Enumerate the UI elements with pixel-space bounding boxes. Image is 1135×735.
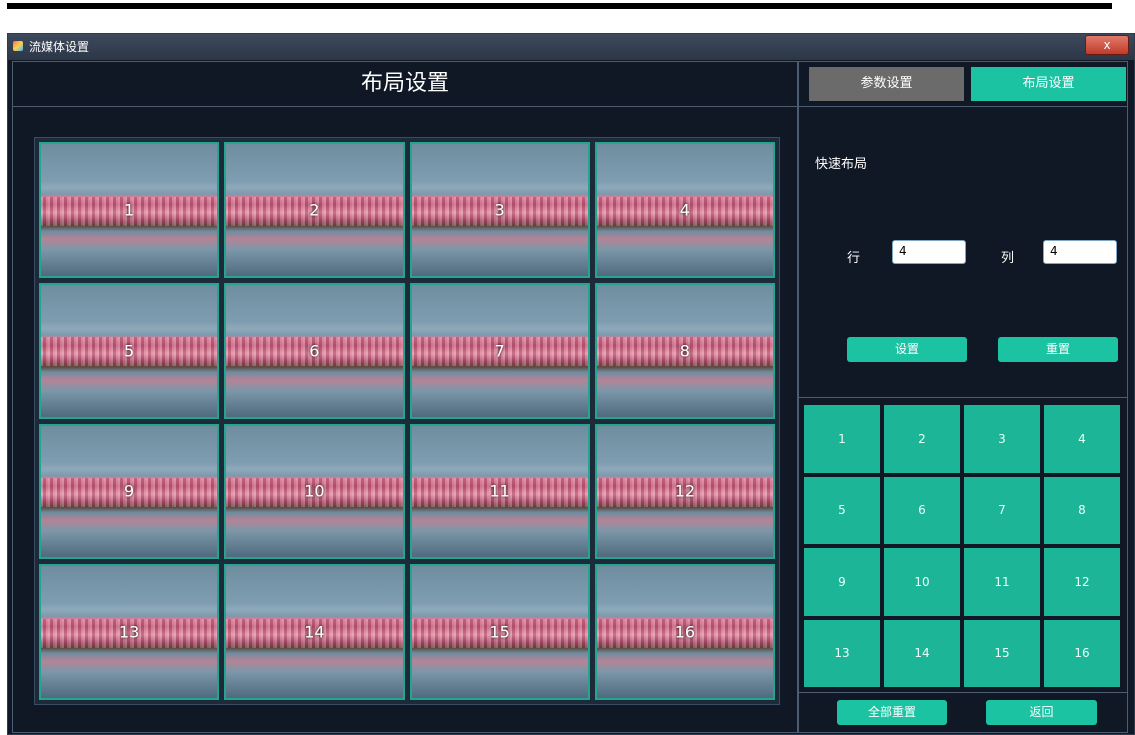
preview-cell[interactable]: 8 — [594, 282, 775, 419]
cell-number: 13 — [118, 622, 140, 642]
picker-cell[interactable]: 4 — [1044, 405, 1120, 473]
cell-number: 5 — [124, 341, 135, 361]
picker-cell[interactable]: 3 — [964, 405, 1040, 473]
cell-number: 6 — [309, 341, 320, 361]
preview-cell[interactable]: 15 — [409, 564, 590, 700]
cell-number: 7 — [494, 341, 505, 361]
tab-parameter-settings[interactable]: 参数设置 — [809, 67, 964, 101]
cell-number: 15 — [489, 622, 510, 642]
preview-cell[interactable]: 5 — [39, 282, 220, 419]
window-picker-grid: 1 2 3 4 5 6 7 8 9 10 11 12 13 14 15 16 — [804, 405, 1120, 687]
quick-layout-section: 快速布局 行 4 列 4 设置 重置 — [799, 106, 1127, 398]
quick-layout-label: 快速布局 — [815, 157, 868, 172]
picker-cell[interactable]: 7 — [964, 476, 1040, 544]
layout-preview-area: 布局设置 1 2 3 4 5 6 7 8 9 10 11 12 13 14 15… — [12, 61, 798, 733]
columns-label: 列 — [1001, 251, 1015, 266]
cell-number: 11 — [489, 481, 510, 501]
picker-cell[interactable]: 12 — [1044, 548, 1120, 616]
back-button[interactable]: 返回 — [986, 700, 1097, 725]
preview-cell[interactable]: 10 — [224, 423, 405, 560]
set-button[interactable]: 设置 — [847, 337, 967, 362]
picker-cell[interactable]: 6 — [884, 476, 960, 544]
footer-divider — [799, 692, 1127, 693]
preview-cell[interactable]: 6 — [224, 282, 405, 419]
app-icon — [13, 41, 23, 51]
picker-cell[interactable]: 14 — [884, 619, 960, 687]
cell-number: 8 — [679, 341, 690, 361]
streaming-settings-window: 流媒体设置 x 布局设置 1 2 3 4 5 6 7 8 9 10 11 12 … — [7, 33, 1135, 735]
picker-cell[interactable]: 9 — [804, 548, 880, 616]
picker-cell[interactable]: 8 — [1044, 476, 1120, 544]
preview-cell[interactable]: 11 — [409, 423, 590, 560]
picker-cell[interactable]: 5 — [804, 476, 880, 544]
preview-cell[interactable]: 1 — [39, 142, 220, 278]
picker-cell[interactable]: 1 — [804, 405, 880, 473]
reset-button[interactable]: 重置 — [998, 337, 1118, 362]
preview-cell[interactable]: 13 — [39, 564, 220, 700]
columns-input[interactable]: 4 — [1043, 240, 1117, 264]
preview-cell[interactable]: 16 — [594, 564, 775, 700]
preview-cell[interactable]: 7 — [409, 282, 590, 419]
picker-cell[interactable]: 10 — [884, 548, 960, 616]
tab-layout-settings[interactable]: 布局设置 — [971, 67, 1126, 101]
preview-frame: 1 2 3 4 5 6 7 8 9 10 11 12 13 14 15 16 — [34, 137, 780, 705]
top-black-bar — [7, 3, 1112, 9]
cell-number: 1 — [124, 200, 135, 220]
preview-cell[interactable]: 4 — [594, 142, 775, 278]
picker-cell[interactable]: 15 — [964, 619, 1040, 687]
picker-cell[interactable]: 11 — [964, 548, 1040, 616]
picker-cell[interactable]: 2 — [884, 405, 960, 473]
main-header: 布局设置 — [13, 62, 797, 107]
cell-number: 16 — [674, 622, 696, 642]
close-button[interactable]: x — [1085, 35, 1129, 55]
picker-cell[interactable]: 16 — [1044, 619, 1120, 687]
cell-number: 4 — [679, 200, 690, 220]
side-panel: 参数设置 布局设置 快速布局 行 4 列 4 设置 重置 1 2 3 4 5 6… — [798, 61, 1128, 733]
cell-number: 3 — [494, 200, 505, 220]
preview-cell[interactable]: 12 — [594, 423, 775, 560]
main-title: 布局设置 — [360, 71, 449, 96]
preview-grid: 1 2 3 4 5 6 7 8 9 10 11 12 13 14 15 16 — [39, 142, 775, 700]
cell-number: 2 — [309, 200, 320, 220]
picker-cell[interactable]: 13 — [804, 619, 880, 687]
preview-cell[interactable]: 2 — [224, 142, 405, 278]
cell-number: 9 — [124, 481, 135, 501]
title-bar: 流媒体设置 x — [8, 34, 1134, 60]
cell-number: 12 — [674, 481, 696, 501]
preview-cell[interactable]: 9 — [39, 423, 220, 560]
window-title: 流媒体设置 — [29, 40, 90, 54]
preview-cell[interactable]: 3 — [409, 142, 590, 278]
rows-input[interactable]: 4 — [892, 240, 966, 264]
preview-cell[interactable]: 14 — [224, 564, 405, 700]
reset-all-button[interactable]: 全部重置 — [837, 700, 947, 725]
rows-label: 行 — [847, 251, 861, 266]
cell-number: 10 — [304, 481, 325, 501]
cell-number: 14 — [304, 622, 325, 642]
